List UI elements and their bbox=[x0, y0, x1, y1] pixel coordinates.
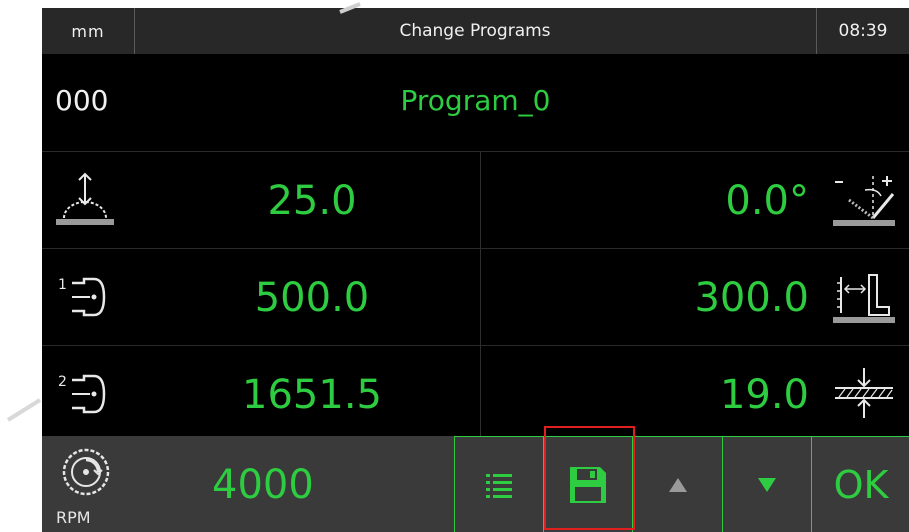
header-bar: mm Change Programs 08:39 bbox=[42, 8, 909, 54]
arrow-up-icon bbox=[668, 478, 687, 492]
save-icon bbox=[570, 467, 606, 503]
blade-angle-icon bbox=[833, 176, 895, 226]
program-list-button[interactable] bbox=[454, 436, 543, 532]
rpm-label: RPM bbox=[56, 508, 91, 527]
ok-button[interactable]: OK bbox=[811, 436, 909, 532]
move-down-button[interactable] bbox=[722, 436, 811, 532]
arrow-down-icon bbox=[758, 478, 776, 492]
page-title: Change Programs bbox=[399, 21, 551, 41]
material-thickness-value[interactable]: 19.0 bbox=[720, 372, 809, 418]
save-button[interactable] bbox=[543, 436, 632, 532]
pusher-1-icon: 1 bbox=[58, 277, 106, 317]
rpm-value[interactable]: 4000 bbox=[212, 462, 314, 508]
fence-distance-icon bbox=[833, 274, 895, 323]
svg-text:2: 2 bbox=[58, 374, 67, 390]
blade-height-value[interactable]: 25.0 bbox=[212, 178, 412, 224]
machine-screen: mm Change Programs 08:39 000 Program_0 2… bbox=[42, 8, 909, 532]
unit-indicator[interactable]: mm bbox=[42, 8, 135, 54]
param-row-1: 25.0 0.0° bbox=[42, 151, 909, 249]
param-row-2: 1 500.0 300.0 bbox=[42, 248, 909, 346]
clock: 08:39 bbox=[816, 8, 909, 54]
ok-label: OK bbox=[833, 463, 889, 507]
material-thickness-icon bbox=[835, 368, 893, 418]
blade-angle-value[interactable]: 0.0° bbox=[725, 178, 809, 224]
list-icon bbox=[486, 474, 512, 498]
program-name[interactable]: Program_0 bbox=[42, 84, 909, 117]
program-row[interactable]: 000 Program_0 bbox=[42, 54, 909, 151]
svg-text:1: 1 bbox=[58, 277, 67, 293]
param-row-3: 2 1651.5 19.0 bbox=[42, 345, 909, 443]
pusher-1-value[interactable]: 500.0 bbox=[212, 275, 412, 321]
blade-height-icon bbox=[56, 172, 114, 225]
bottom-bar: RPM 4000 OK bbox=[42, 436, 909, 532]
saw-blade-rpm-icon bbox=[62, 448, 110, 496]
pusher-2-value[interactable]: 1651.5 bbox=[212, 372, 412, 418]
move-up-button[interactable] bbox=[632, 436, 722, 532]
pusher-2-icon: 2 bbox=[58, 374, 106, 414]
fence-distance-value[interactable]: 300.0 bbox=[694, 275, 809, 321]
